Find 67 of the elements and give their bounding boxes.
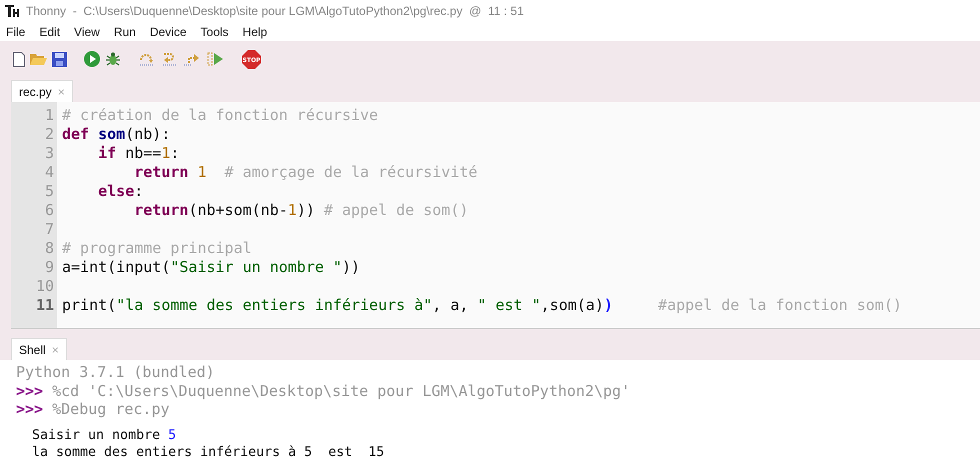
code-text: a=int(input( — [62, 258, 170, 276]
line-number: 3 — [44, 144, 55, 163]
menu-item[interactable]: File — [6, 24, 26, 38]
step-over-icon[interactable] — [138, 52, 156, 66]
shell-command: %Debug rec.py — [51, 400, 170, 418]
line-number: 6 — [44, 201, 55, 220]
shell-prompt: >>> — [16, 400, 44, 418]
function-name: som — [98, 125, 126, 143]
code-comment: #appel de la fonction som() — [657, 296, 902, 314]
app-logo-icon — [5, 4, 19, 18]
version-text: Python 3.7.1 (bundled) — [16, 363, 215, 381]
line-number: 10 — [34, 277, 55, 296]
save-icon[interactable] — [52, 52, 67, 66]
shell-prompt: >>> — [16, 382, 44, 400]
window-title: Thonny - C:\Users\Duquenne\Desktop\site pour LGM\AlgoTutoPython2\pg\rec.py @ 11 : 51 — [26, 4, 524, 18]
code-keyword: else — [97, 182, 134, 200]
menu-item[interactable]: Device — [150, 24, 187, 38]
code-keyword: return — [133, 201, 188, 219]
menu-item[interactable]: Help — [242, 24, 268, 38]
step-into-icon[interactable] — [161, 52, 179, 66]
new-file-icon[interactable] — [13, 52, 25, 66]
code-string: "la somme des entiers inférieurs à" — [116, 296, 432, 314]
code-text: )) — [342, 258, 360, 276]
code-text: )) — [296, 201, 316, 219]
code-text: ,som(a) — [540, 296, 604, 314]
code-text: (nb+som(nb- — [188, 201, 288, 219]
code-string: " est " — [477, 296, 541, 314]
matched-bracket: ) — [604, 296, 613, 314]
typed-value: 5 — [168, 428, 176, 442]
code-text: : — [170, 144, 180, 162]
code-keyword: return — [133, 163, 190, 181]
shell-tab[interactable]: Shell × — [11, 338, 67, 360]
program-output: la somme des entiers inférieurs à 5 est 15 — [32, 444, 384, 460]
line-number: 2 — [44, 125, 55, 144]
bug-icon[interactable] — [105, 51, 121, 67]
code-text: : — [134, 182, 144, 200]
menu-item[interactable]: Tools — [200, 24, 229, 38]
line-number: 1 — [44, 106, 55, 125]
folder-icon[interactable] — [30, 52, 47, 66]
line-number: 7 — [44, 220, 55, 239]
code-comment: # création de la fonction récursive — [62, 106, 378, 124]
code-text: , a, — [432, 296, 470, 314]
code-text: nb== — [124, 144, 162, 162]
code-string: "Saisir un nombre " — [170, 258, 342, 276]
code-text: print( — [62, 296, 116, 314]
menu-item[interactable]: Run — [114, 24, 136, 38]
code-number: 1 — [161, 144, 170, 162]
file-tab[interactable]: rec.py × — [11, 80, 73, 102]
line-number: 9 — [44, 258, 55, 277]
code-comment: # appel de som() — [324, 201, 468, 219]
line-number: 5 — [44, 182, 55, 201]
line-number: 4 — [44, 163, 55, 182]
code-keyword: if — [97, 144, 116, 162]
code-comment: # programme principal — [62, 239, 252, 257]
code-keyword: def — [62, 125, 90, 143]
run-icon[interactable] — [84, 51, 100, 67]
code-number: 1 — [288, 201, 297, 219]
code-comment: # amorçage de la récursivité — [224, 163, 478, 181]
line-number: 11 — [34, 296, 55, 315]
code-number: 1 — [197, 163, 206, 181]
menu-item[interactable]: Edit — [39, 24, 60, 38]
resume-icon[interactable] — [207, 52, 225, 66]
line-number: 8 — [44, 239, 55, 258]
shell-command: %cd 'C:\Users\Duquenne\Desktop\site pour LGM\AlgoTutoPython2\pg' — [51, 382, 630, 400]
code-text: (nb): — [125, 125, 170, 143]
menu-item[interactable]: View — [74, 24, 100, 38]
program-output: Saisir un nombre — [32, 428, 162, 442]
